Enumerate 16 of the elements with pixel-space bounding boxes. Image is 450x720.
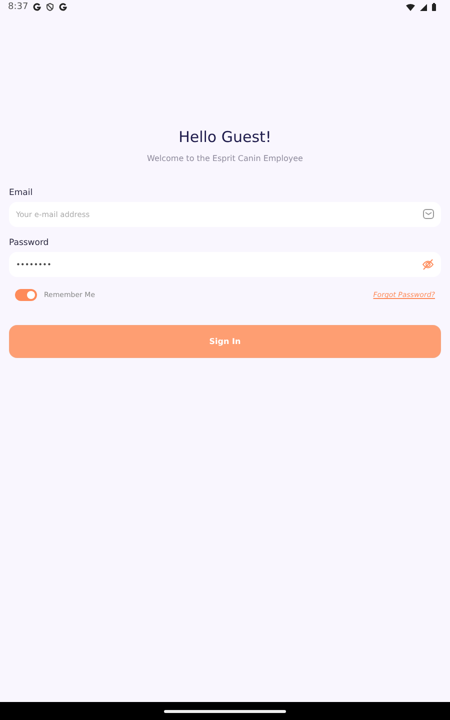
page-title: Hello Guest! (178, 128, 272, 146)
notification-icon (59, 3, 68, 11)
battery-icon (432, 3, 436, 11)
signal-icon (420, 4, 427, 10)
eye-slash-icon[interactable] (422, 259, 434, 270)
notification-icon (33, 3, 42, 11)
sign-in-button[interactable]: Sign In (9, 325, 441, 358)
remember-toggle[interactable] (15, 289, 37, 301)
mail-icon (423, 209, 434, 219)
password-label: Password (9, 238, 50, 248)
welcome-subtitle: Welcome to the Esprit Canin Employee (147, 154, 303, 163)
shield-icon (46, 3, 54, 11)
wifi-icon (406, 4, 415, 10)
status-time: 8:37 (8, 2, 28, 12)
home-handle[interactable] (164, 710, 286, 712)
email-label: Email (9, 188, 34, 198)
